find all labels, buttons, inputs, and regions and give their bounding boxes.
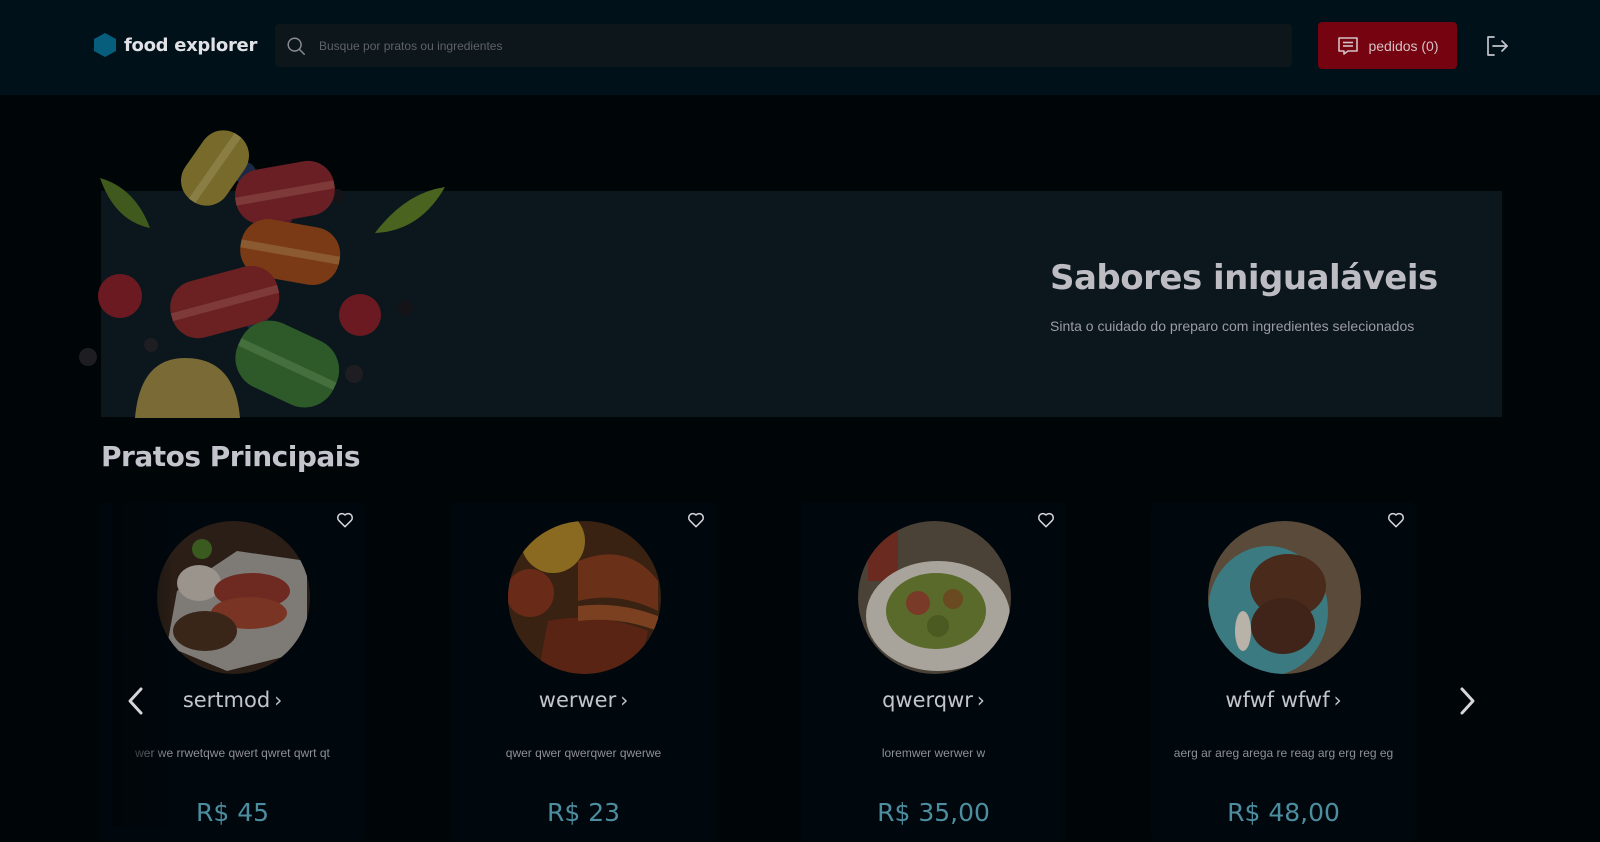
chevron-right-icon: › bbox=[1333, 688, 1342, 712]
dish-image bbox=[1208, 521, 1361, 674]
dish-name[interactable]: werwer › bbox=[451, 688, 716, 712]
app-header: food explorer pedidos (0) bbox=[0, 0, 1600, 95]
favorite-button[interactable] bbox=[1386, 510, 1406, 530]
sign-out-icon bbox=[1487, 36, 1508, 56]
dish-image bbox=[508, 521, 661, 674]
chevron-left-icon bbox=[128, 687, 143, 715]
chevron-right-icon: › bbox=[620, 688, 629, 712]
carousel-next-button[interactable] bbox=[1452, 683, 1482, 719]
dish-price: R$ 45 bbox=[195, 798, 270, 827]
favorite-button[interactable] bbox=[686, 510, 706, 530]
dish-image bbox=[157, 521, 310, 674]
dish-description: qwer qwer qwerqwer qwerwe bbox=[505, 746, 662, 760]
dish-description: loremwer werwer w bbox=[881, 746, 986, 760]
logout-button[interactable] bbox=[1482, 31, 1512, 61]
heart-icon bbox=[1388, 512, 1404, 528]
dish-carousel: sertmod › wer we rrwetqwe qwert qwret qwr… bbox=[0, 502, 1600, 842]
chevron-right-icon: › bbox=[976, 688, 985, 712]
favorite-button[interactable] bbox=[1036, 510, 1056, 530]
dish-name[interactable]: qwerqwr › bbox=[801, 688, 1066, 712]
dish-image bbox=[858, 521, 1011, 674]
receipt-icon bbox=[1338, 36, 1359, 55]
search-bar[interactable] bbox=[275, 24, 1292, 67]
heart-icon bbox=[1038, 512, 1054, 528]
brand-name: food explorer bbox=[124, 34, 258, 56]
chevron-right-icon bbox=[1460, 687, 1475, 715]
macarons-illustration bbox=[79, 130, 445, 418]
hexagon-logo-icon bbox=[94, 33, 116, 57]
dish-description: wer we rrwetqwe qwert qwret qwrt qt bbox=[135, 746, 330, 760]
dish-card[interactable]: werwer › qwer qwer qwerqwer qwerwe R$ 23 bbox=[451, 502, 716, 842]
brand-logo[interactable]: food explorer bbox=[94, 30, 257, 60]
dish-card[interactable]: wfwf wfwf › aerg ar areg arega re reag ar… bbox=[1151, 502, 1416, 842]
heart-icon bbox=[688, 512, 704, 528]
carousel-prev-button[interactable] bbox=[121, 683, 151, 719]
dish-card[interactable]: qwerqwr › loremwer werwer w R$ 35,00 bbox=[801, 502, 1066, 842]
dish-card[interactable]: sertmod › wer we rrwetqwe qwert qwret qwr… bbox=[100, 502, 365, 842]
dish-price: R$ 35,00 bbox=[877, 798, 990, 827]
heart-icon bbox=[337, 512, 353, 528]
dish-name[interactable]: wfwf wfwf › bbox=[1151, 688, 1416, 712]
dish-price: R$ 48,00 bbox=[1227, 798, 1340, 827]
orders-label: pedidos (0) bbox=[1368, 37, 1439, 54]
orders-button[interactable]: pedidos (0) bbox=[1318, 22, 1457, 69]
search-input[interactable] bbox=[319, 38, 1219, 53]
dish-description: aerg ar areg arega re reag arg erg reg e… bbox=[1173, 746, 1394, 760]
favorite-button[interactable] bbox=[335, 510, 355, 530]
chevron-right-icon: › bbox=[274, 688, 283, 712]
banner-title: Sabores inigualáveis bbox=[1050, 258, 1438, 298]
banner-subtitle: Sinta o cuidado do preparo com ingredien… bbox=[1050, 318, 1415, 334]
search-icon bbox=[287, 36, 305, 55]
section-title: Pratos Principais bbox=[101, 440, 361, 473]
dish-price: R$ 23 bbox=[546, 798, 621, 827]
